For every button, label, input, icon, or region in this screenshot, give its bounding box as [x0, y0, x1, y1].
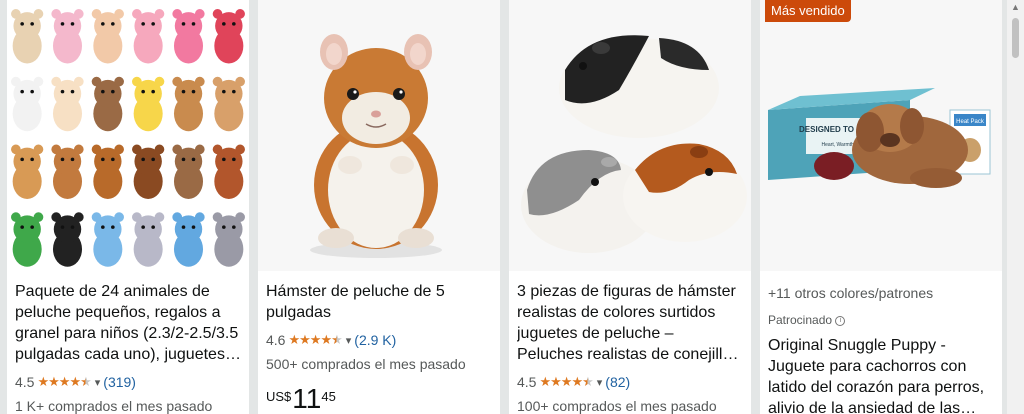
chevron-down-icon[interactable]: ▾	[597, 376, 603, 389]
vertical-scrollbar[interactable]: ▲	[1007, 0, 1024, 414]
product-image[interactable]	[258, 0, 500, 271]
rating-row[interactable]: 4.5 ★ ★ ★ ★ ★ ▾ (82)	[517, 373, 743, 391]
heat-pack-label: Heat Pack	[956, 119, 985, 125]
product-title[interactable]: Paquete de 24 animales de peluche pequeñ…	[15, 281, 241, 365]
product-card[interactable]: Hámster de peluche de 5 pulgadas 4.6 ★ ★ ★…	[258, 0, 500, 414]
info-icon[interactable]: i	[835, 315, 846, 326]
rating-row[interactable]: 4.5 ★ ★ ★ ★ ★ ▾ (319)	[15, 373, 241, 391]
sponsored-text: Patrocinado	[768, 313, 833, 327]
star-rating-icon[interactable]: ★ ★ ★ ★ ★	[37, 375, 91, 389]
product-title[interactable]: Hámster de peluche de 5 pulgadas	[266, 281, 492, 323]
chevron-down-icon[interactable]: ▾	[346, 334, 352, 347]
rating-value: 4.5	[15, 374, 35, 390]
product-card[interactable]: Más vendido DESIGNED TO CALM YO Heart, W…	[760, 0, 1002, 414]
chevron-down-icon[interactable]: ▾	[95, 376, 101, 389]
scroll-up-arrow-icon[interactable]: ▲	[1007, 2, 1024, 14]
product-price[interactable]: US$ 11 45	[266, 385, 492, 413]
review-count-link[interactable]: (2.9 K)	[354, 332, 396, 348]
best-seller-badge: Más vendido	[765, 0, 851, 22]
product-card[interactable]: Paquete de 24 animales de peluche pequeñ…	[7, 0, 249, 414]
bought-count: 1 K+ comprados el mes pasado	[15, 398, 213, 414]
product-image[interactable]	[7, 0, 249, 271]
bought-count: 100+ comprados el mes pasado	[517, 398, 717, 414]
rating-row[interactable]: 4.6 ★ ★ ★ ★ ★ ▾ (2.9 K)	[266, 331, 492, 349]
color-variants-link[interactable]: +11 otros colores/patrones	[768, 285, 994, 301]
star-rating-icon[interactable]: ★ ★ ★ ★ ★	[288, 333, 342, 347]
bought-count: 500+ comprados el mes pasado	[266, 356, 466, 372]
sponsored-label[interactable]: Patrocinado i	[768, 313, 994, 327]
product-card[interactable]: 3 piezas de figuras de hámster realistas…	[509, 0, 751, 414]
rating-value: 4.5	[517, 374, 537, 390]
star-rating-icon[interactable]: ★ ★ ★ ★ ★	[539, 375, 593, 389]
product-title[interactable]: 3 piezas de figuras de hámster realistas…	[517, 281, 743, 365]
scrollbar-thumb[interactable]	[1012, 18, 1019, 58]
product-title[interactable]: Original Snuggle Puppy - Juguete para ca…	[768, 335, 994, 414]
price-whole: 11	[292, 383, 322, 414]
product-grid: Paquete de 24 animales de peluche pequeñ…	[0, 0, 1024, 414]
product-image[interactable]: DESIGNED TO CALM YO Heart, Warmth & Com …	[760, 0, 1002, 271]
price-currency: US$	[266, 389, 292, 404]
price-fraction: 45	[321, 389, 336, 404]
review-count-link[interactable]: (319)	[103, 374, 136, 390]
review-count-link[interactable]: (82)	[605, 374, 630, 390]
rating-value: 4.6	[266, 332, 286, 348]
product-image[interactable]	[509, 0, 751, 271]
